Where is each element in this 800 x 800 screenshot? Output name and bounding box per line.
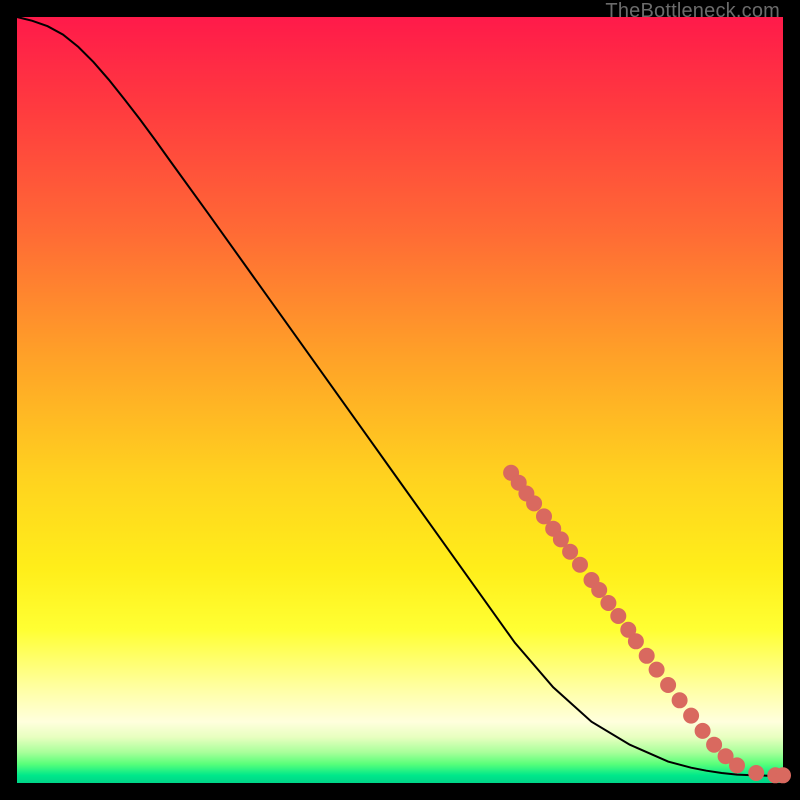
data-marker (628, 634, 643, 649)
data-marker (749, 766, 764, 781)
data-marker (649, 662, 664, 677)
data-marker (592, 583, 607, 598)
data-marker (707, 737, 722, 752)
data-marker (537, 509, 552, 524)
data-marker (695, 723, 710, 738)
chart-svg (17, 17, 783, 783)
data-marker (563, 544, 578, 559)
data-marker (601, 596, 616, 611)
data-marker (573, 557, 588, 572)
data-marker (553, 532, 568, 547)
main-curve (17, 17, 783, 776)
data-marker (730, 758, 745, 773)
data-marker (639, 648, 654, 663)
data-marker (661, 678, 676, 693)
data-marker (611, 609, 626, 624)
data-marker (672, 693, 687, 708)
data-marker (776, 768, 791, 783)
data-marker (527, 496, 542, 511)
marker-group (504, 465, 791, 783)
data-marker (684, 708, 699, 723)
